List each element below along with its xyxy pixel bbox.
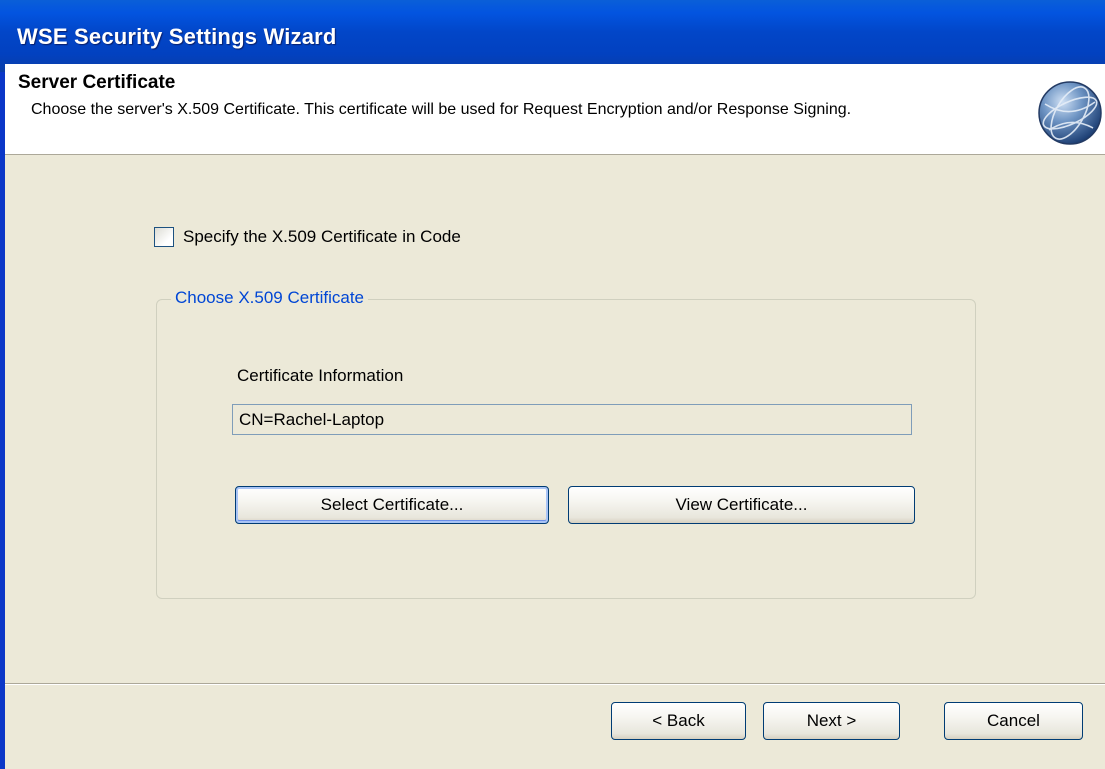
wizard-header: Server Certificate Choose the server's X… (5, 64, 1105, 155)
wizard-content: Specify the X.509 Certificate in Code Ch… (5, 155, 1105, 683)
cancel-button[interactable]: Cancel (944, 702, 1083, 740)
globe-icon (1038, 81, 1102, 145)
page-title: Server Certificate (18, 72, 176, 93)
certificate-information-label: Certificate Information (237, 366, 404, 385)
back-button[interactable]: < Back (611, 702, 746, 740)
view-certificate-button[interactable]: View Certificate... (568, 486, 915, 524)
select-certificate-button[interactable]: Select Certificate... (235, 486, 549, 524)
title-bar[interactable]: WSE Security Settings Wizard (0, 0, 1105, 72)
certificate-information-field[interactable]: CN=Rachel-Laptop (232, 404, 912, 435)
page-description: Choose the server's X.509 Certificate. T… (31, 101, 852, 118)
wizard-footer: < Back Next > Cancel (5, 685, 1105, 769)
choose-certificate-group: Choose X.509 Certificate Certificate Inf… (156, 288, 976, 599)
specify-in-code-label[interactable]: Specify the X.509 Certificate in Code (183, 227, 461, 247)
specify-in-code-checkbox[interactable] (154, 227, 174, 247)
group-legend: Choose X.509 Certificate (171, 288, 368, 308)
next-button[interactable]: Next > (763, 702, 900, 740)
window-title: WSE Security Settings Wizard (17, 24, 337, 49)
